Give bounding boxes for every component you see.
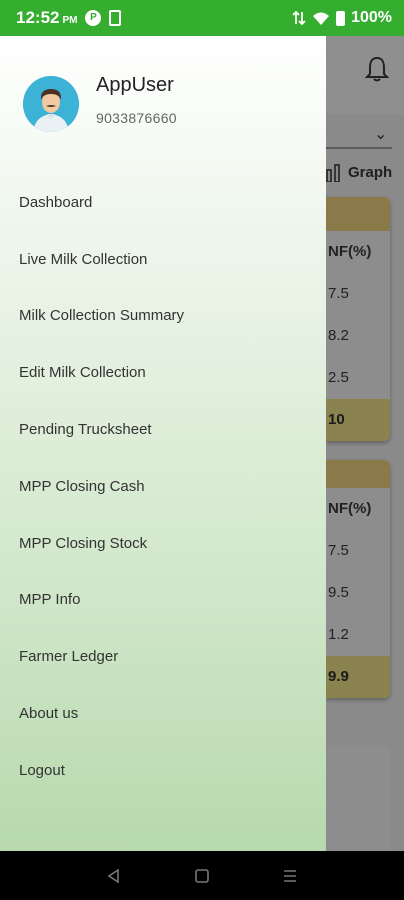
wifi-icon: [313, 12, 330, 25]
user-phone: 9033876660: [96, 110, 177, 126]
card-header: [326, 197, 390, 231]
dropdown-underline: [326, 147, 392, 149]
back-icon[interactable]: [106, 868, 122, 884]
card-column-header: NF(%): [328, 500, 372, 517]
graph-button-label[interactable]: Graph: [348, 164, 392, 181]
home-icon[interactable]: [195, 868, 209, 883]
drawer-menu: Dashboard Live Milk Collection Milk Coll…: [0, 174, 326, 799]
menu-item-mpp-closing-stock[interactable]: MPP Closing Stock: [0, 515, 326, 572]
notification-bell-icon[interactable]: [364, 55, 390, 83]
card-header: [326, 460, 390, 488]
card-column-header: NF(%): [328, 243, 372, 260]
card-cell: 9.5: [328, 584, 349, 601]
graph-icon[interactable]: [326, 164, 344, 182]
menu-item-live-milk-collection[interactable]: Live Milk Collection: [0, 231, 326, 288]
menu-item-milk-collection-summary[interactable]: Milk Collection Summary: [0, 288, 326, 345]
data-transfer-icon: [292, 10, 306, 26]
user-avatar[interactable]: [23, 76, 79, 132]
status-time: 12:52: [16, 8, 60, 27]
summary-card-1: NF(%) 7.5 8.2 2.5 10: [326, 197, 390, 441]
menu-item-pending-trucksheet[interactable]: Pending Trucksheet: [0, 401, 326, 458]
status-right: 100%: [292, 9, 392, 27]
card-cell: 1.2: [328, 626, 349, 643]
status-ampm: PM: [62, 14, 78, 26]
status-bar: 12:52 PM P 100%: [0, 0, 404, 36]
navigation-drawer[interactable]: AppUser 9033876660 Dashboard Live Milk C…: [0, 36, 326, 851]
chevron-down-icon[interactable]: ⌄: [374, 124, 387, 144]
menu-item-farmer-ledger[interactable]: Farmer Ledger: [0, 628, 326, 685]
menu-item-dashboard[interactable]: Dashboard: [0, 174, 326, 231]
app-notification-icon: P: [85, 10, 102, 26]
battery-icon: [336, 10, 346, 26]
menu-item-about-us[interactable]: About us: [0, 685, 326, 742]
summary-card-2: NF(%) 7.5 9.5 1.2 9.9: [326, 460, 390, 698]
card-cell: 2.5: [328, 369, 349, 386]
user-avatar-icon: [23, 76, 79, 132]
sim-notification-icon: [109, 10, 122, 26]
menu-item-mpp-info[interactable]: MPP Info: [0, 572, 326, 629]
card-cell: 7.5: [328, 285, 349, 302]
menu-item-mpp-closing-cash[interactable]: MPP Closing Cash: [0, 458, 326, 515]
user-name: AppUser: [96, 74, 174, 96]
recents-icon[interactable]: [282, 869, 298, 883]
menu-item-logout[interactable]: Logout: [0, 742, 326, 799]
menu-item-edit-milk-collection[interactable]: Edit Milk Collection: [0, 344, 326, 401]
card-total: 10: [326, 399, 390, 441]
card-total: 9.9: [326, 656, 390, 698]
card-cell: 8.2: [328, 327, 349, 344]
summary-card-3: [326, 746, 390, 851]
battery-percent: 100%: [351, 9, 392, 26]
system-nav-bar: [0, 851, 404, 900]
card-cell: 7.5: [328, 542, 349, 559]
